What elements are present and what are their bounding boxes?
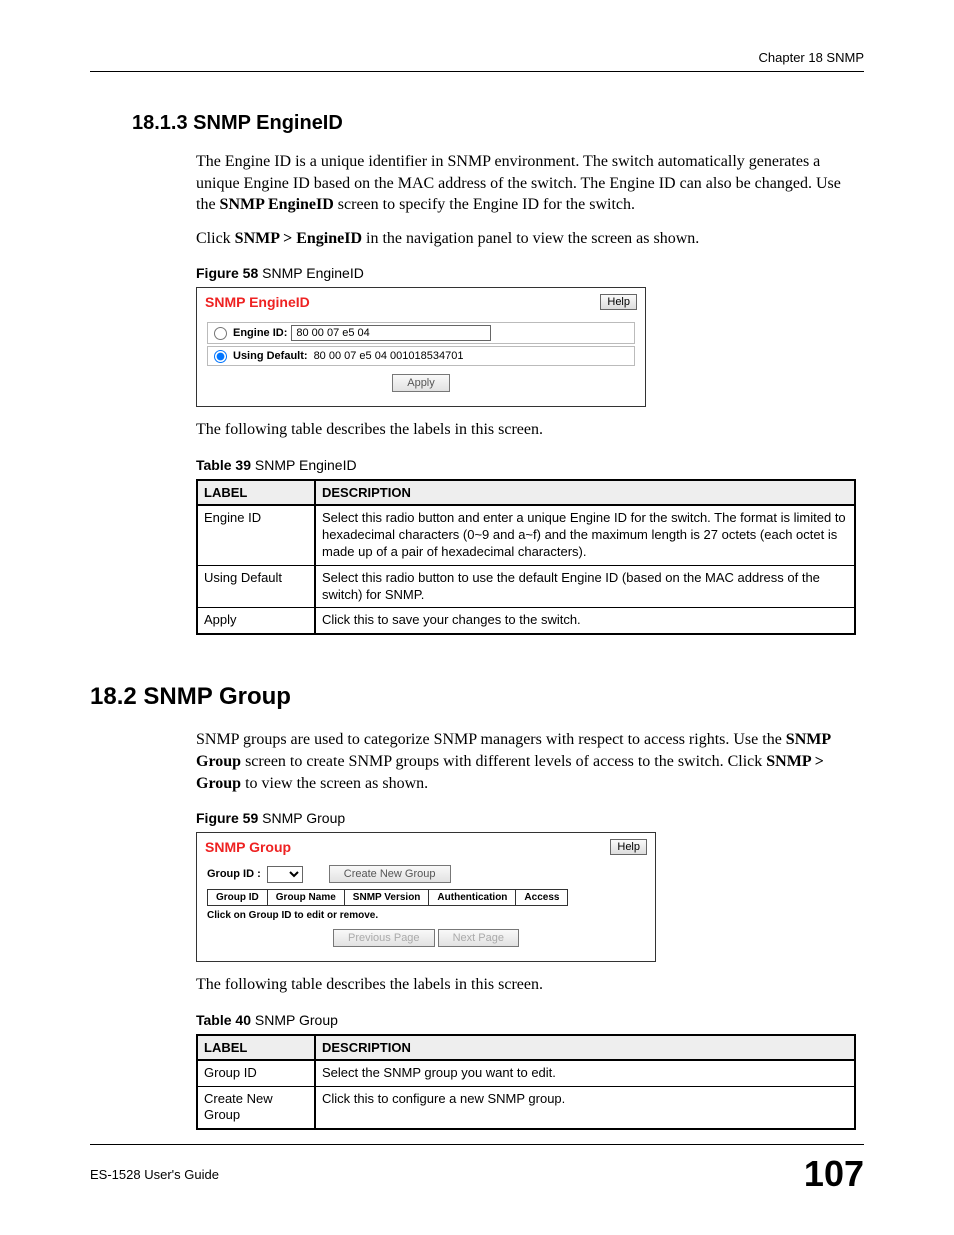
section-heading-18-2: 18.2 SNMP Group <box>90 683 864 711</box>
t40-r1-label: Create New Group <box>197 1086 315 1129</box>
using-default-value: 80 00 07 e5 04 001018534701 <box>312 349 466 363</box>
t40-r0-desc: Select the SNMP group you want to edit. <box>315 1060 855 1086</box>
col-group-id: Group ID <box>208 890 268 906</box>
sec1-p1-bold: SNMP EngineID <box>220 196 334 213</box>
sec2-paragraph-1: SNMP groups are used to categorize SNMP … <box>196 729 864 794</box>
table-40-title: SNMP Group <box>251 1012 338 1028</box>
table-39-head-label: LABEL <box>197 480 315 505</box>
col-group-name: Group Name <box>267 890 344 906</box>
sec2-p1-a: SNMP groups are used to categorize SNMP … <box>196 731 786 748</box>
table-row: Using Default Select this radio button t… <box>197 565 855 608</box>
figure-58-head: Figure 58 <box>196 265 258 281</box>
t39-r2-label: Apply <box>197 608 315 634</box>
table-row: Create New Group Click this to configure… <box>197 1086 855 1129</box>
apply-button[interactable]: Apply <box>392 374 450 392</box>
sec2-p1-c: screen to create SNMP groups with differ… <box>241 753 766 770</box>
page-number: 107 <box>804 1153 864 1195</box>
figure-59-caption: Figure 59 SNMP Group <box>196 810 864 826</box>
table-39-caption: Table 39 SNMP EngineID <box>196 457 864 473</box>
group-id-select[interactable] <box>267 866 303 883</box>
t39-r1-desc: Select this radio button to use the defa… <box>315 565 855 608</box>
sec1-p2-text-c: in the navigation panel to view the scre… <box>362 230 699 247</box>
t39-r1-label: Using Default <box>197 565 315 608</box>
t40-r0-label: Group ID <box>197 1060 315 1086</box>
create-new-group-button[interactable]: Create New Group <box>329 865 451 883</box>
sec1-p2-text-a: Click <box>196 230 235 247</box>
sec1-p2-bold: SNMP > EngineID <box>235 230 362 247</box>
section-heading-18-1-3: 18.1.3 SNMP EngineID <box>132 112 864 135</box>
t39-r0-label: Engine ID <box>197 505 315 565</box>
table-40: LABEL DESCRIPTION Group ID Select the SN… <box>196 1034 856 1131</box>
table-40-caption: Table 40 SNMP Group <box>196 1012 864 1028</box>
sec1-after-figure-text: The following table describes the labels… <box>196 419 864 441</box>
snmp-group-screenshot: SNMP Group Help Group ID : Create New Gr… <box>196 832 656 962</box>
sec1-paragraph-2: Click SNMP > EngineID in the navigation … <box>196 228 864 250</box>
engine-id-input[interactable]: 80 00 07 e5 04 <box>291 325 491 341</box>
t39-r0-desc: Select this radio button and enter a uni… <box>315 505 855 565</box>
previous-page-button[interactable]: Previous Page <box>333 929 435 947</box>
group-list-table: Group ID Group Name SNMP Version Authent… <box>207 889 568 906</box>
group-table-hint: Click on Group ID to edit or remove. <box>207 910 645 921</box>
sec2-p1-e: to view the screen as shown. <box>241 775 428 792</box>
table-39: LABEL DESCRIPTION Engine ID Select this … <box>196 479 856 635</box>
t40-r1-desc: Click this to configure a new SNMP group… <box>315 1086 855 1129</box>
snmp-engineid-screenshot: SNMP EngineID Help Engine ID: 80 00 07 e… <box>196 287 646 407</box>
table-40-head-desc: DESCRIPTION <box>315 1035 855 1060</box>
table-39-head-desc: DESCRIPTION <box>315 480 855 505</box>
help-button[interactable]: Help <box>600 294 637 310</box>
group-id-label: Group ID : <box>207 868 261 880</box>
figure-59-head: Figure 59 <box>196 810 258 826</box>
sec1-paragraph-1: The Engine ID is a unique identifier in … <box>196 151 864 216</box>
t39-r2-desc: Click this to save your changes to the s… <box>315 608 855 634</box>
col-access: Access <box>516 890 568 906</box>
table-39-head: Table 39 <box>196 457 251 473</box>
page-header-chapter: Chapter 18 SNMP <box>90 50 864 72</box>
table-40-head: Table 40 <box>196 1012 251 1028</box>
figure-58-title: SNMP EngineID <box>258 265 364 281</box>
col-snmp-version: SNMP Version <box>344 890 429 906</box>
ss2-title: SNMP Group <box>205 839 291 855</box>
engine-id-label: Engine ID: <box>233 327 287 339</box>
table-39-title: SNMP EngineID <box>251 457 357 473</box>
col-authentication: Authentication <box>429 890 516 906</box>
next-page-button[interactable]: Next Page <box>438 929 519 947</box>
ss1-title: SNMP EngineID <box>205 294 310 310</box>
table-row: Apply Click this to save your changes to… <box>197 608 855 634</box>
using-default-label: Using Default: <box>233 350 308 362</box>
using-default-radio[interactable] <box>214 350 227 363</box>
engine-id-radio[interactable] <box>214 327 227 340</box>
help-button[interactable]: Help <box>610 839 647 855</box>
sec2-after-figure-text: The following table describes the labels… <box>196 974 864 996</box>
table-row: Group ID Select the SNMP group you want … <box>197 1060 855 1086</box>
table-row: Engine ID Select this radio button and e… <box>197 505 855 565</box>
table-40-head-label: LABEL <box>197 1035 315 1060</box>
figure-59-title: SNMP Group <box>258 810 345 826</box>
sec1-p1-text-c: screen to specify the Engine ID for the … <box>334 196 635 213</box>
footer-guide-name: ES-1528 User's Guide <box>90 1167 219 1182</box>
figure-58-caption: Figure 58 SNMP EngineID <box>196 265 864 281</box>
